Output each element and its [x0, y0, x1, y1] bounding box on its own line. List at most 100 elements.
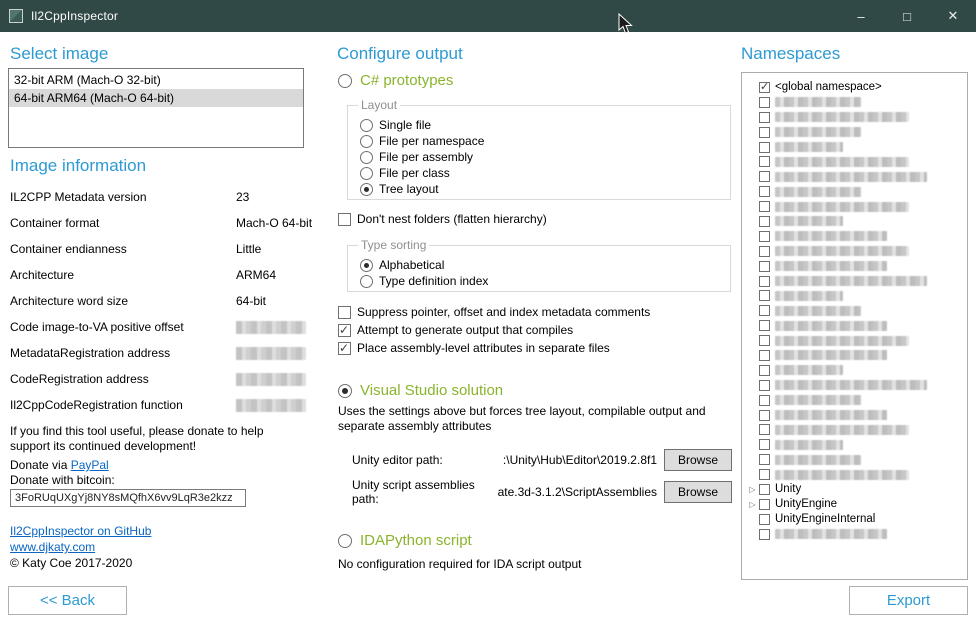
namespace-row[interactable]: ▷: [746, 214, 963, 229]
namespace-row[interactable]: ▷: [746, 452, 963, 467]
namespace-row[interactable]: ▷ <global namespace>: [746, 80, 963, 95]
namespace-checkbox[interactable]: [759, 514, 770, 525]
namespace-label: [775, 157, 909, 167]
bitcoin-address-input[interactable]: [10, 489, 246, 507]
unity-script-path-value: ate.3d-3.1.2\ScriptAssemblies: [498, 485, 657, 499]
namespace-checkbox[interactable]: [759, 529, 770, 540]
namespace-row[interactable]: ▷: [746, 378, 963, 393]
radio-option[interactable]: Alphabetical: [356, 258, 722, 272]
radio-option[interactable]: File per class: [356, 166, 722, 180]
namespace-checkbox[interactable]: [759, 112, 770, 123]
namespace-row[interactable]: ▷: [746, 437, 963, 452]
checkbox-option[interactable]: Suppress pointer, offset and index metad…: [338, 303, 650, 321]
namespace-row[interactable]: ▷: [746, 527, 963, 542]
close-button[interactable]: ✕: [930, 0, 976, 32]
namespace-row[interactable]: ▷: [746, 229, 963, 244]
namespace-checkbox[interactable]: [759, 290, 770, 301]
namespace-row[interactable]: ▷ UnityEngineInternal: [746, 512, 963, 527]
namespace-checkbox[interactable]: [759, 261, 770, 272]
namespace-row[interactable]: ▷: [746, 422, 963, 437]
unity-script-path-label: Unity script assemblies path:: [352, 478, 498, 506]
namespace-checkbox[interactable]: [759, 216, 770, 227]
radio-option[interactable]: File per namespace: [356, 134, 722, 148]
namespace-row[interactable]: ▷: [746, 244, 963, 259]
namespace-row[interactable]: ▷ UnityEngine: [746, 497, 963, 512]
image-list-item[interactable]: 64-bit ARM64 (Mach-O 64-bit): [9, 89, 303, 107]
namespace-checkbox[interactable]: [759, 156, 770, 167]
namespace-row[interactable]: ▷: [746, 393, 963, 408]
namespace-checkbox[interactable]: [759, 320, 770, 331]
namespace-row[interactable]: ▷: [746, 288, 963, 303]
namespace-checkbox[interactable]: [759, 469, 770, 480]
namespace-checkbox[interactable]: [759, 82, 770, 93]
namespace-checkbox[interactable]: [759, 424, 770, 435]
namespace-row[interactable]: ▷: [746, 184, 963, 199]
namespace-checkbox[interactable]: [759, 201, 770, 212]
namespaces-tree[interactable]: ▷ <global namespace> ▷ ▷ ▷ ▷ ▷ ▷ ▷: [741, 72, 968, 580]
namespace-row[interactable]: ▷: [746, 408, 963, 423]
unity-script-browse-button[interactable]: Browse: [664, 481, 732, 503]
namespace-row[interactable]: ▷: [746, 348, 963, 363]
minimize-button[interactable]: –: [838, 0, 884, 32]
namespace-checkbox[interactable]: [759, 335, 770, 346]
back-button[interactable]: << Back: [8, 586, 127, 615]
namespace-row[interactable]: ▷: [746, 125, 963, 140]
radio-option-label: File per assembly: [379, 150, 473, 164]
namespace-row[interactable]: ▷: [746, 274, 963, 289]
namespace-row[interactable]: ▷: [746, 467, 963, 482]
namespace-checkbox[interactable]: [759, 97, 770, 108]
paypal-link[interactable]: PayPal: [71, 458, 109, 472]
namespace-checkbox[interactable]: [759, 276, 770, 287]
radio-option[interactable]: File per assembly: [356, 150, 722, 164]
namespace-row[interactable]: ▷: [746, 333, 963, 348]
maximize-button[interactable]: □: [884, 0, 930, 32]
namespace-row[interactable]: ▷: [746, 95, 963, 110]
namespace-row[interactable]: ▷: [746, 140, 963, 155]
namespace-label: [775, 216, 843, 226]
title-bar[interactable]: Il2CppInspector – □ ✕: [0, 0, 976, 32]
namespace-row[interactable]: ▷: [746, 199, 963, 214]
unity-editor-browse-button[interactable]: Browse: [664, 449, 732, 471]
namespace-checkbox[interactable]: [759, 410, 770, 421]
namespace-checkbox[interactable]: [759, 142, 770, 153]
image-listbox[interactable]: 32-bit ARM (Mach-O 32-bit) 64-bit ARM64 …: [8, 68, 304, 148]
namespace-checkbox[interactable]: [759, 305, 770, 316]
namespace-checkbox[interactable]: [759, 454, 770, 465]
namespace-row[interactable]: ▷: [746, 154, 963, 169]
namespace-checkbox[interactable]: [759, 231, 770, 242]
radio-option[interactable]: Single file: [356, 118, 722, 132]
info-row: CodeRegistration address: [10, 366, 306, 392]
flatten-checkbox[interactable]: Don't nest folders (flatten hierarchy): [338, 212, 547, 226]
radio-option[interactable]: Tree layout: [356, 182, 722, 196]
csharp-prototypes-radio[interactable]: C# prototypes: [338, 72, 453, 89]
namespace-checkbox[interactable]: [759, 127, 770, 138]
checkbox-option[interactable]: Attempt to generate output that compiles: [338, 321, 650, 339]
website-link[interactable]: www.djkaty.com: [10, 540, 95, 554]
expander-icon[interactable]: ▷: [746, 500, 759, 509]
expander-icon[interactable]: ▷: [746, 485, 759, 494]
export-button[interactable]: Export: [849, 586, 968, 615]
namespace-checkbox[interactable]: [759, 499, 770, 510]
visual-studio-radio[interactable]: Visual Studio solution: [338, 382, 503, 399]
namespace-row[interactable]: ▷: [746, 318, 963, 333]
namespace-checkbox[interactable]: [759, 439, 770, 450]
namespace-checkbox[interactable]: [759, 350, 770, 361]
namespace-checkbox[interactable]: [759, 246, 770, 257]
namespace-row[interactable]: ▷ Unity: [746, 482, 963, 497]
namespace-row[interactable]: ▷: [746, 303, 963, 318]
namespace-checkbox[interactable]: [759, 171, 770, 182]
namespace-checkbox[interactable]: [759, 484, 770, 495]
namespace-checkbox[interactable]: [759, 186, 770, 197]
image-list-item[interactable]: 32-bit ARM (Mach-O 32-bit): [9, 71, 303, 89]
namespace-row[interactable]: ▷: [746, 110, 963, 125]
namespace-checkbox[interactable]: [759, 395, 770, 406]
radio-option[interactable]: Type definition index: [356, 274, 722, 288]
namespace-checkbox[interactable]: [759, 380, 770, 391]
checkbox-option[interactable]: Place assembly-level attributes in separ…: [338, 339, 650, 357]
namespace-row[interactable]: ▷: [746, 363, 963, 378]
github-link[interactable]: Il2CppInspector on GitHub: [10, 524, 151, 538]
namespace-row[interactable]: ▷: [746, 259, 963, 274]
namespace-checkbox[interactable]: [759, 365, 770, 376]
namespace-row[interactable]: ▷: [746, 169, 963, 184]
idapython-radio[interactable]: IDAPython script: [338, 532, 472, 549]
